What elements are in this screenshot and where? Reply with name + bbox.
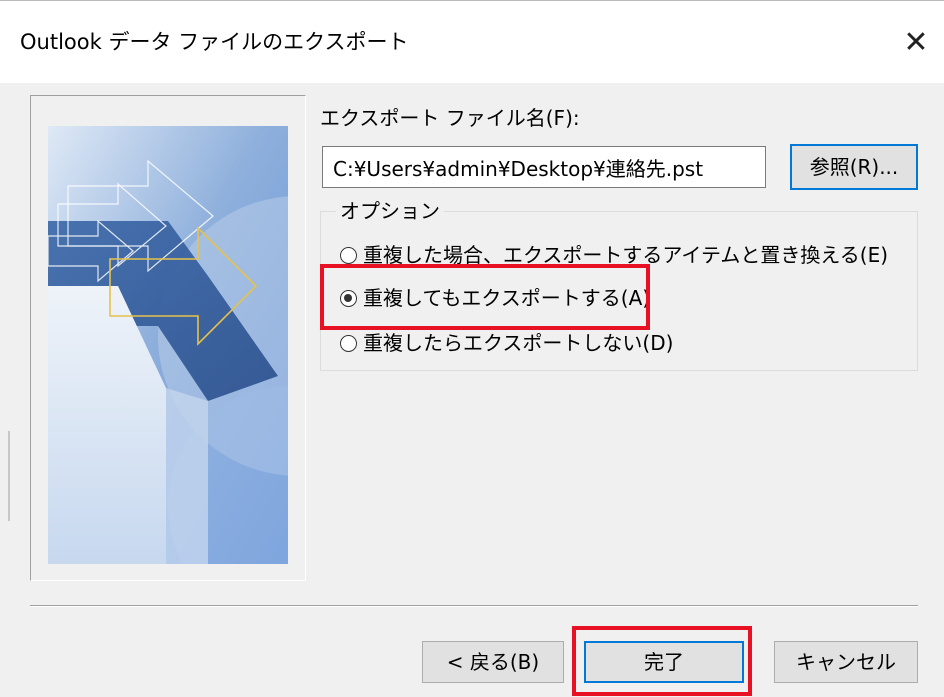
radio-button[interactable] bbox=[340, 334, 357, 352]
export-file-path-input[interactable] bbox=[322, 146, 766, 188]
export-file-label: エクスポート ファイル名(F): bbox=[320, 106, 580, 130]
radio-label: 重複したらエクスポートしない(D) bbox=[363, 331, 674, 355]
title-bar: Outlook データ ファイルのエクスポート ✕ bbox=[0, 1, 944, 83]
close-button[interactable]: ✕ bbox=[888, 1, 944, 83]
radio-button-selected[interactable] bbox=[340, 289, 357, 307]
back-button[interactable]: < 戻る(B) bbox=[422, 641, 564, 683]
window-title: Outlook データ ファイルのエクスポート bbox=[20, 30, 409, 54]
wizard-image bbox=[48, 126, 288, 564]
background-edge bbox=[8, 431, 10, 521]
radio-allow-duplicates[interactable]: 重複してもエクスポートする(A) bbox=[340, 282, 650, 314]
export-dialog: Outlook データ ファイルのエクスポート ✕ エクスポート ファイル名(F… bbox=[0, 0, 944, 697]
close-icon: ✕ bbox=[903, 24, 929, 60]
radio-replace-duplicates[interactable]: 重複した場合、エクスポートするアイテムと置き換える(E) bbox=[340, 239, 888, 271]
radio-label: 重複した場合、エクスポートするアイテムと置き換える(E) bbox=[363, 243, 889, 267]
cancel-button[interactable]: キャンセル bbox=[774, 641, 918, 683]
options-group-label: オプション bbox=[336, 199, 444, 223]
radio-skip-duplicates[interactable]: 重複したらエクスポートしない(D) bbox=[340, 327, 673, 359]
browse-button[interactable]: 参照(R)... bbox=[790, 144, 918, 190]
finish-button[interactable]: 完了 bbox=[584, 641, 744, 683]
radio-button[interactable] bbox=[340, 246, 357, 264]
radio-label: 重複してもエクスポートする(A) bbox=[363, 286, 651, 310]
footer-separator bbox=[30, 605, 918, 607]
